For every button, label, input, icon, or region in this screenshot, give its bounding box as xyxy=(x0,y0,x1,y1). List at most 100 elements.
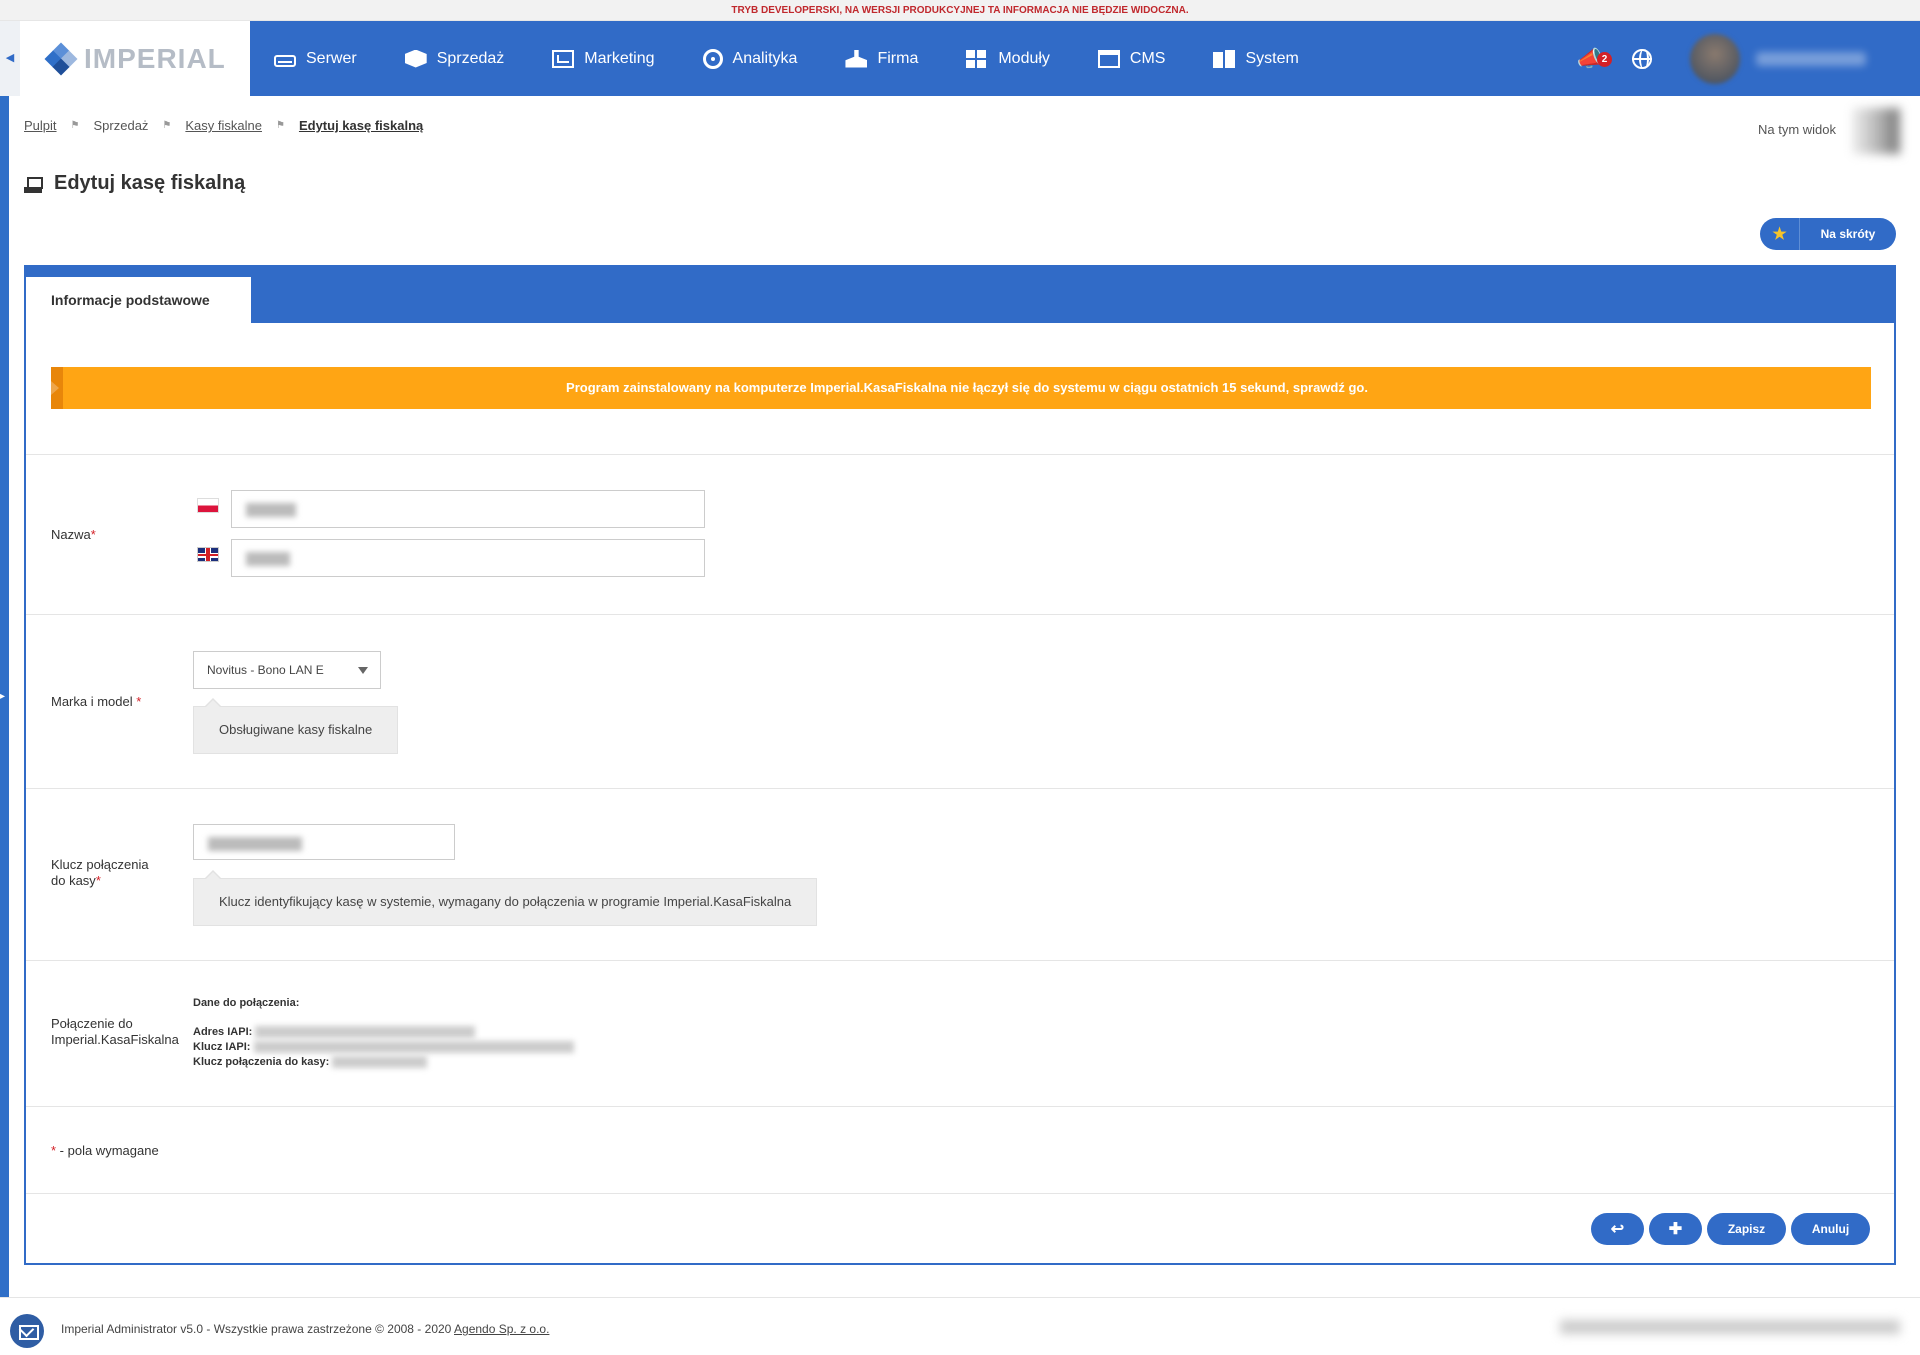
logo[interactable]: IMPERIAL xyxy=(20,21,250,96)
polish-flag-icon xyxy=(197,498,219,513)
redacted-value xyxy=(246,552,290,566)
name-input-pl[interactable] xyxy=(231,490,705,528)
connection-warning-alert: Program zainstalowany na komputerze Impe… xyxy=(51,367,1871,409)
top-navigation-bar: ◀ IMPERIAL Serwer Sprzedaż Marketing Ana… xyxy=(0,21,1920,96)
tab-bar: Informacje podstawowe xyxy=(26,267,1894,323)
form-actions: ↩ ✚ Zapisz Anuluj xyxy=(1591,1213,1870,1245)
nav-item-system[interactable]: System xyxy=(1213,49,1299,68)
expand-sidebar-icon[interactable]: ▸ xyxy=(0,691,5,702)
redacted-value xyxy=(246,503,296,517)
register-key-label: Klucz połączenia do kasy: xyxy=(193,1056,330,1068)
redacted-value xyxy=(253,1041,574,1054)
nav-item-label: CMS xyxy=(1129,49,1166,67)
iapi-key-line: Klucz IAPI: xyxy=(193,1040,574,1055)
nav-item-sprzedaz[interactable]: Sprzedaż xyxy=(404,49,505,68)
notifications-badge: 2 xyxy=(1597,51,1612,67)
name-label-text: Nazwa xyxy=(51,527,91,542)
view-user-avatar[interactable] xyxy=(1852,108,1900,154)
building-icon xyxy=(845,49,868,68)
main-menu: Serwer Sprzedaż Marketing Analityka Firm… xyxy=(250,21,1323,96)
nav-item-analityka[interactable]: Analityka xyxy=(702,48,798,69)
brand-label-text: Marka i model xyxy=(51,694,137,709)
box-icon xyxy=(404,49,427,68)
collapse-sidebar-button[interactable]: ◀ xyxy=(0,21,20,96)
connection-key-hint: Klucz identyfikujący kasę w systemie, wy… xyxy=(193,870,818,926)
form-row-connection-data: Połączenie do Imperial.KasaFiskalna Dane… xyxy=(26,960,1894,1106)
breadcrumb-current[interactable]: Edytuj kasę fiskalną xyxy=(299,118,423,133)
presentation-icon xyxy=(552,49,575,68)
connection-key-label: Klucz połączenia do kasy* xyxy=(51,857,149,889)
star-icon: ★ xyxy=(1760,218,1800,250)
breadcrumb-link-kasy-fiskalne[interactable]: Kasy fiskalne xyxy=(185,118,262,133)
grid-icon xyxy=(966,49,989,68)
required-fields-note-text: - pola wymagane xyxy=(56,1143,159,1158)
nav-item-label: Firma xyxy=(877,49,919,67)
footer-copyright-text: Imperial Administrator v5.0 - Wszystkie … xyxy=(61,1322,455,1336)
system-icon xyxy=(1213,49,1236,68)
page-title: Edytuj kasę fiskalną xyxy=(24,172,245,195)
connection-data-label: Połączenie do Imperial.KasaFiskalna xyxy=(51,1016,179,1048)
tab-basic-info[interactable]: Informacje podstawowe xyxy=(26,277,251,323)
redacted-value xyxy=(208,837,302,851)
redacted-value xyxy=(255,1026,476,1039)
user-menu[interactable] xyxy=(1690,21,1920,96)
nav-item-marketing[interactable]: Marketing xyxy=(552,49,655,68)
cms-icon xyxy=(1097,49,1120,68)
logo-mark-icon xyxy=(44,42,78,75)
brand-label: Marka i model * xyxy=(51,694,141,710)
brand-model-value: Novitus - Bono LAN E xyxy=(207,663,324,677)
nav-item-label: Moduły xyxy=(998,49,1050,67)
iapi-address-label: Adres IAPI: xyxy=(193,1026,253,1038)
notifications-button[interactable]: 📣 2 xyxy=(1577,46,1612,72)
required-marker: * xyxy=(136,694,142,709)
cash-register-icon xyxy=(24,175,43,193)
save-and-add-button[interactable]: ✚ xyxy=(1649,1213,1702,1245)
connection-key-input[interactable] xyxy=(193,824,455,860)
nav-item-moduly[interactable]: Moduły xyxy=(966,49,1050,68)
name-input-en[interactable] xyxy=(231,539,705,577)
required-marker: * xyxy=(90,527,96,542)
footer-company-link[interactable]: Agendo Sp. z o.o. xyxy=(454,1322,549,1336)
logo-text: IMPERIAL xyxy=(84,42,226,74)
mail-icon[interactable] xyxy=(10,1314,44,1348)
register-key-line: Klucz połączenia do kasy: xyxy=(193,1055,574,1070)
breadcrumb-separator-icon: ⚑ xyxy=(275,120,285,131)
nav-item-label: System xyxy=(1245,49,1299,67)
save-button[interactable]: Zapisz xyxy=(1707,1213,1786,1245)
top-right-tools: 📣 2 xyxy=(1577,21,1920,96)
nav-item-serwer[interactable]: Serwer xyxy=(274,50,357,68)
footer-copyright: Imperial Administrator v5.0 - Wszystkie … xyxy=(61,1322,549,1336)
nav-item-label: Marketing xyxy=(584,49,655,67)
save-return-icon: ↩ xyxy=(1610,1221,1625,1238)
breadcrumb-item-sprzedaz: Sprzedaż xyxy=(93,118,149,133)
breadcrumb-link-pulpit[interactable]: Pulpit xyxy=(24,118,57,133)
cancel-button[interactable]: Anuluj xyxy=(1791,1213,1870,1245)
uk-flag-icon xyxy=(197,547,219,562)
shortcuts-button[interactable]: ★ Na skróty xyxy=(1760,218,1896,250)
brand-model-select[interactable]: Novitus - Bono LAN E xyxy=(193,651,381,689)
nav-item-label: Sprzedaż xyxy=(436,49,505,67)
nav-item-label: Analityka xyxy=(732,49,798,67)
edit-form-panel: Informacje podstawowe Program zainstalow… xyxy=(24,265,1896,1265)
connection-details: Dane do połączenia: Adres IAPI: Klucz IA… xyxy=(193,996,574,1070)
language-globe-icon[interactable] xyxy=(1632,48,1652,69)
connection-key-label-line2: do kasy xyxy=(51,873,96,888)
footer-redacted-info xyxy=(1560,1320,1900,1334)
connection-key-label-line1: Klucz połączenia xyxy=(51,857,149,872)
form-actions-row: ↩ ✚ Zapisz Anuluj xyxy=(26,1193,1894,1263)
shortcuts-button-label: Na skróty xyxy=(1820,227,1876,241)
chevron-down-icon xyxy=(358,667,368,674)
left-sidebar-rail[interactable]: ▸ xyxy=(0,21,9,1355)
connection-data-label-line2: Imperial.KasaFiskalna xyxy=(51,1032,179,1047)
server-icon xyxy=(274,54,296,67)
save-and-return-button[interactable]: ↩ xyxy=(1591,1213,1644,1245)
form-row-connection-key: Klucz połączenia do kasy* Klucz identyfi… xyxy=(26,788,1894,960)
nav-item-firma[interactable]: Firma xyxy=(845,49,919,68)
form-row-name: Nazwa* xyxy=(26,454,1894,614)
name-label: Nazwa* xyxy=(51,527,96,543)
nav-item-cms[interactable]: CMS xyxy=(1097,49,1166,68)
form-row-brand: Marka i model * Novitus - Bono LAN E Obs… xyxy=(26,614,1894,788)
connection-details-title: Dane do połączenia: xyxy=(193,997,300,1009)
user-name-redacted xyxy=(1756,51,1866,66)
footer: Imperial Administrator v5.0 - Wszystkie … xyxy=(0,1297,1920,1355)
